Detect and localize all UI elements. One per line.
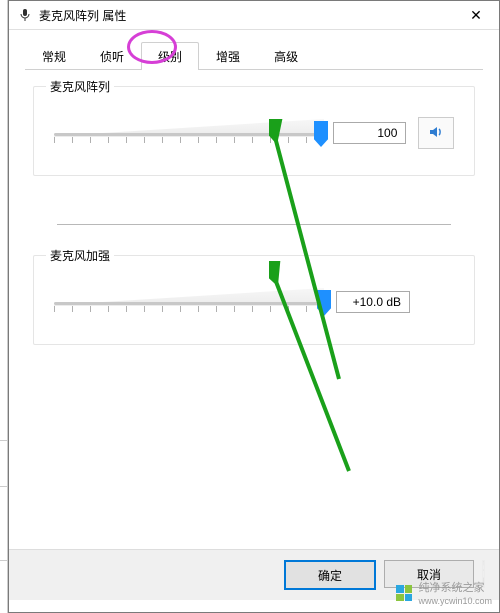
mute-button[interactable] <box>418 117 454 149</box>
titlebar: 麦克风阵列 属性 ✕ <box>9 1 499 30</box>
ok-button[interactable]: 确定 <box>284 560 376 590</box>
properties-dialog: 麦克风阵列 属性 ✕ 常规 侦听 级别 增强 高级 麦克风阵列 100 <box>8 0 500 613</box>
tab-listen[interactable]: 侦听 <box>83 42 141 70</box>
speaker-icon <box>427 123 445 144</box>
tab-strip: 常规 侦听 级别 增强 高级 <box>9 30 499 70</box>
microphone-icon <box>17 7 33 23</box>
group-label-boost: 麦克风加强 <box>46 247 114 264</box>
level-slider-thumb[interactable] <box>314 121 328 147</box>
watermark-text: 纯净系统之家 <box>418 582 484 594</box>
close-button[interactable]: ✕ <box>453 1 499 29</box>
close-icon: ✕ <box>470 7 482 24</box>
boost-value[interactable]: +10.0 dB <box>336 291 410 313</box>
watermark-logo-icon <box>396 585 412 601</box>
group-label-level: 麦克风阵列 <box>46 78 114 95</box>
tab-enhance[interactable]: 增强 <box>199 42 257 70</box>
boost-slider-thumb[interactable] <box>317 290 331 316</box>
watermark-url: www.ycwin10.com <box>418 596 492 606</box>
group-mic-level: 麦克风阵列 100 <box>33 86 475 176</box>
group-mic-boost: 麦克风加强 +10.0 dB <box>33 255 475 345</box>
tab-content: 麦克风阵列 100 <box>9 70 499 345</box>
divider <box>57 224 451 225</box>
tab-advanced[interactable]: 高级 <box>257 42 315 70</box>
tab-general[interactable]: 常规 <box>25 42 83 70</box>
level-value[interactable]: 100 <box>333 122 406 144</box>
tab-levels[interactable]: 级别 <box>141 42 199 70</box>
level-slider[interactable] <box>54 115 321 151</box>
boost-slider[interactable] <box>54 284 324 320</box>
window-title: 麦克风阵列 属性 <box>39 7 453 24</box>
watermark: 纯净系统之家 www.ycwin10.com <box>396 579 492 607</box>
